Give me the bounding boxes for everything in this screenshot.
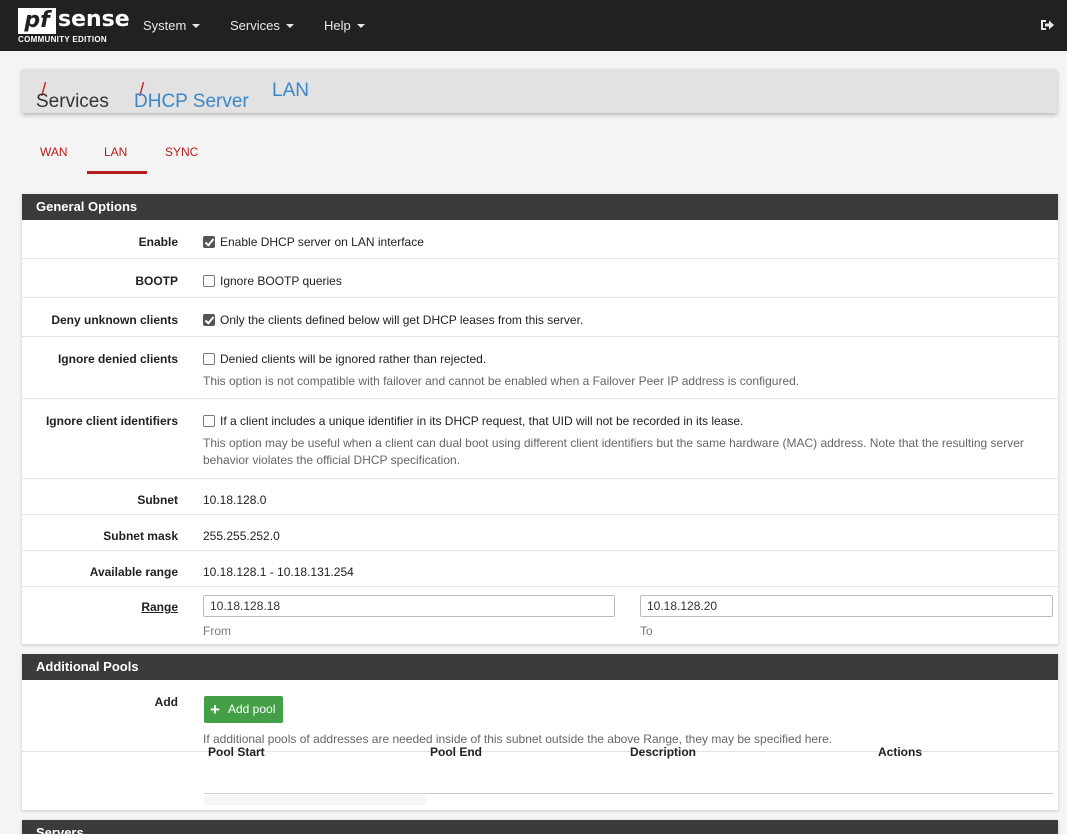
checkbox-icon[interactable]	[203, 236, 215, 248]
column-actions: Actions	[878, 745, 923, 759]
logout-icon[interactable]	[1039, 17, 1055, 33]
label-bootp: BOOTP	[135, 274, 178, 288]
menu-system[interactable]: System	[143, 0, 201, 51]
top-navbar: pf sense COMMUNITY EDITION System Servic…	[0, 0, 1067, 51]
breadcrumb-services: Services /	[36, 80, 109, 112]
label-available-range: Available range	[89, 565, 178, 579]
menu-services[interactable]: Services	[230, 0, 294, 51]
logo-text: sense	[58, 7, 130, 32]
subnet-value: 10.18.128.0	[203, 493, 267, 507]
active-tab-indicator	[87, 171, 147, 174]
pfsense-logo[interactable]: pf sense COMMUNITY EDITION	[18, 8, 130, 46]
deny-checkbox-group[interactable]: Only the clients defined below will get …	[203, 313, 583, 327]
breadcrumb-dhcp-server[interactable]: DHCP Server /	[134, 80, 249, 112]
panel-heading-servers: Servers	[22, 820, 1058, 834]
chevron-down-icon	[192, 24, 201, 28]
servers-panel: Servers	[22, 820, 1058, 834]
logo-mark: pf	[18, 8, 56, 34]
row-subnet-mask: Subnet mask 255.255.252.0	[22, 515, 1058, 551]
label-enable: Enable	[138, 235, 178, 249]
column-pool-start: Pool Start	[208, 745, 265, 759]
checkbox-icon[interactable]	[203, 415, 215, 427]
row-ignore-client-ids: Ignore client identifiers If a client in…	[22, 399, 1058, 479]
ignore-denied-text: Denied clients will be ignored rather th…	[220, 352, 487, 366]
enable-text: Enable DHCP server on LAN interface	[220, 235, 424, 249]
menu-services-label: Services	[230, 18, 280, 33]
column-pool-end: Pool End	[430, 745, 482, 759]
checkbox-icon[interactable]	[203, 353, 215, 365]
ignore-uid-text: If a client includes a unique identifier…	[220, 414, 744, 428]
row-add-pool: Add + Add pool If additional pools of ad…	[22, 680, 1058, 752]
menu-help[interactable]: Help	[324, 0, 365, 51]
enable-checkbox-group[interactable]: Enable DHCP server on LAN interface	[203, 235, 424, 249]
checkbox-icon[interactable]	[203, 275, 215, 287]
deny-text: Only the clients defined below will get …	[220, 313, 584, 327]
label-range: Range	[141, 600, 178, 614]
breadcrumb-lan[interactable]: LAN	[272, 80, 309, 102]
breadcrumb-dhcp-label: DHCP Server	[134, 91, 249, 112]
row-ignore-denied: Ignore denied clients Denied clients wil…	[22, 337, 1058, 399]
checkbox-icon[interactable]	[203, 314, 215, 326]
row-available-range: Available range 10.18.128.1 - 10.18.131.…	[22, 551, 1058, 587]
table-empty-row	[204, 795, 426, 805]
range-to-hint: To	[640, 624, 653, 638]
add-pool-label: Add pool	[228, 702, 276, 716]
general-options-panel: General Options Enable Enable DHCP serve…	[22, 194, 1058, 644]
breadcrumb-services-label: Services	[36, 91, 109, 112]
ignore-uid-checkbox-group[interactable]: If a client includes a unique identifier…	[203, 414, 743, 428]
menu-help-label: Help	[324, 18, 351, 33]
ignore-uid-help: This option may be useful when a client …	[203, 436, 1024, 467]
tab-wan[interactable]: WAN	[40, 145, 68, 159]
range-to-input[interactable]: 10.18.128.20	[640, 595, 1053, 617]
ignore-denied-help: This option is not compatible with failo…	[203, 374, 800, 388]
row-enable: Enable Enable DHCP server on LAN interfa…	[22, 220, 1058, 259]
row-bootp: BOOTP Ignore BOOTP queries	[22, 259, 1058, 298]
row-deny-unknown: Deny unknown clients Only the clients de…	[22, 298, 1058, 337]
column-description: Description	[630, 745, 697, 759]
range-from-input[interactable]: 10.18.128.18	[203, 595, 615, 617]
panel-heading-pools: Additional Pools	[22, 654, 1058, 680]
tab-sync[interactable]: SYNC	[165, 145, 198, 159]
label-subnet: Subnet	[137, 493, 178, 507]
ignore-denied-checkbox-group[interactable]: Denied clients will be ignored rather th…	[203, 352, 486, 366]
panel-heading-general: General Options	[22, 194, 1058, 220]
chevron-down-icon	[285, 24, 294, 28]
subnet-mask-value: 255.255.252.0	[203, 529, 280, 543]
label-ignore-client-ids: Ignore client identifiers	[45, 414, 178, 428]
available-range-value: 10.18.128.1 - 10.18.131.254	[203, 565, 354, 579]
menu-system-label: System	[143, 18, 187, 33]
label-deny-unknown: Deny unknown clients	[51, 313, 178, 327]
bootp-text: Ignore BOOTP queries	[220, 274, 342, 288]
tab-lan[interactable]: LAN	[104, 145, 127, 159]
add-pool-button[interactable]: + Add pool	[204, 696, 283, 723]
plus-icon: +	[210, 700, 220, 719]
logo-subtitle: COMMUNITY EDITION	[18, 35, 107, 44]
additional-pools-panel: Additional Pools Add + Add pool If addit…	[22, 654, 1058, 810]
bootp-checkbox-group[interactable]: Ignore BOOTP queries	[203, 274, 342, 288]
chevron-down-icon	[356, 24, 365, 28]
label-add: Add	[154, 695, 178, 709]
row-range: Range 10.18.128.18 From 10.18.128.20 To	[22, 587, 1058, 644]
table-header-divider	[204, 793, 1053, 794]
add-pool-help: If additional pools of addresses are nee…	[203, 732, 833, 746]
label-ignore-denied: Ignore denied clients	[57, 352, 178, 366]
row-subnet: Subnet 10.18.128.0	[22, 479, 1058, 515]
range-from-hint: From	[203, 624, 231, 638]
breadcrumb: Services / DHCP Server / LAN	[22, 69, 1057, 113]
label-subnet-mask: Subnet mask	[103, 529, 178, 543]
